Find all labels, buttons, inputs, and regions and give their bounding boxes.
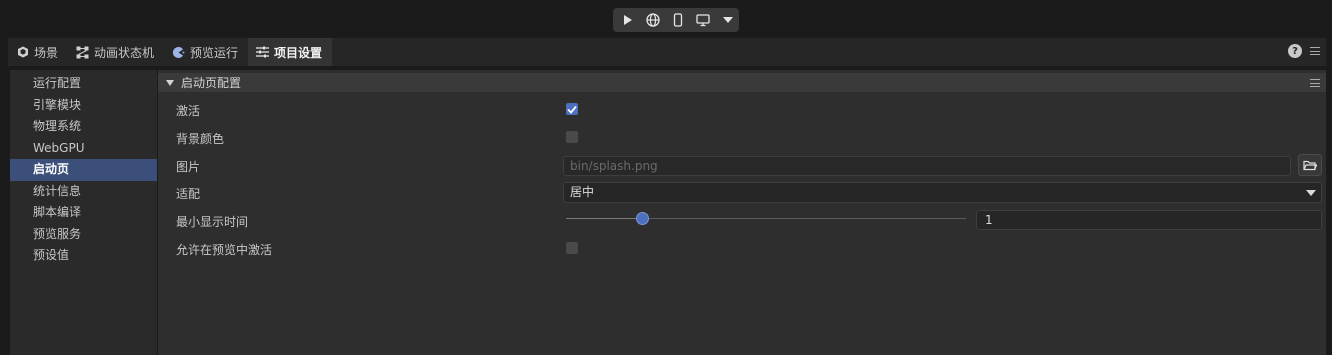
sidebar-item-script-compile[interactable]: 脚本编译 (10, 202, 157, 224)
settings-panel: 启动页配置 激活 背景颜色 图片 bin/splash.png 适配 居中 最小… (158, 70, 1326, 355)
section-title: 启动页配置 (181, 76, 242, 90)
tab-project-settings[interactable]: 项目设置 (248, 38, 333, 66)
settings-sliders-icon (256, 46, 270, 59)
fit-select-value: 居中 (570, 185, 595, 199)
state-machine-icon (76, 46, 89, 59)
preview-controls (613, 8, 739, 32)
tab-bar-actions: ? (1288, 44, 1320, 58)
bg-color-checkbox[interactable] (566, 131, 578, 143)
check-icon (567, 105, 577, 114)
settings-sidebar: 运行配置 引擎模块 物理系统 WebGPU 启动页 统计信息 脚本编译 预览服务… (10, 70, 157, 355)
scene-icon (16, 46, 29, 59)
min-time-slider-thumb[interactable] (635, 212, 649, 225)
sidebar-item-presets[interactable]: 预设值 (10, 245, 157, 267)
globe-icon[interactable] (642, 10, 663, 30)
sidebar-item-engine-modules[interactable]: 引擎模块 (10, 95, 157, 117)
browse-folder-button[interactable] (1298, 154, 1322, 176)
tab-bar: 场景 动画状态机 预览运行 项目设置 ? (8, 38, 1326, 66)
min-time-label: 最小显示时间 (176, 215, 249, 229)
collapse-triangle-icon[interactable] (166, 79, 174, 86)
menu-icon[interactable] (1310, 45, 1320, 57)
tab-label: 场景 (34, 45, 59, 60)
frame-edge-right (1326, 36, 1332, 355)
tab-preview[interactable]: 预览运行 (164, 38, 248, 66)
section-menu-icon[interactable] (1310, 77, 1320, 89)
help-icon[interactable]: ? (1288, 44, 1302, 58)
preview-activate-label: 允许在预览中激活 (176, 243, 273, 257)
monitor-icon[interactable] (693, 10, 714, 30)
chevron-down-icon[interactable] (718, 10, 739, 30)
min-time-slider-fill (566, 218, 642, 219)
preview-icon (172, 46, 185, 59)
sidebar-item-runtime-config[interactable]: 运行配置 (10, 73, 157, 95)
sidebar-item-webgpu[interactable]: WebGPU (10, 138, 157, 160)
phone-icon[interactable] (667, 10, 688, 30)
top-toolbar (0, 0, 1332, 36)
tab-scene[interactable]: 场景 (8, 38, 68, 66)
sidebar-item-preview-service[interactable]: 预览服务 (10, 224, 157, 246)
sidebar-item-splash[interactable]: 启动页 (10, 159, 157, 181)
folder-open-icon (1303, 160, 1317, 170)
bg-color-label: 背景颜色 (176, 132, 225, 146)
tab-label: 预览运行 (190, 45, 239, 60)
fit-label: 适配 (176, 187, 201, 201)
tab-label: 项目设置 (274, 45, 323, 60)
tab-state-machine[interactable]: 动画状态机 (68, 38, 164, 66)
dropdown-arrow-icon (1306, 190, 1316, 196)
min-time-slider-track[interactable] (566, 218, 966, 219)
activate-checkbox[interactable] (566, 103, 578, 115)
preview-activate-checkbox[interactable] (566, 242, 578, 254)
image-path-field[interactable]: bin/splash.png (563, 156, 1291, 176)
frame-edge-left (0, 36, 8, 355)
tab-label: 动画状态机 (94, 45, 155, 60)
min-time-input[interactable]: 1 (976, 210, 1322, 230)
play-icon[interactable] (617, 10, 638, 30)
activate-label: 激活 (176, 104, 201, 118)
section-header[interactable]: 启动页配置 (158, 73, 1326, 92)
sidebar-item-physics[interactable]: 物理系统 (10, 116, 157, 138)
image-label: 图片 (176, 160, 201, 174)
fit-select[interactable]: 居中 (563, 182, 1322, 203)
sidebar-item-stats[interactable]: 统计信息 (10, 181, 157, 203)
